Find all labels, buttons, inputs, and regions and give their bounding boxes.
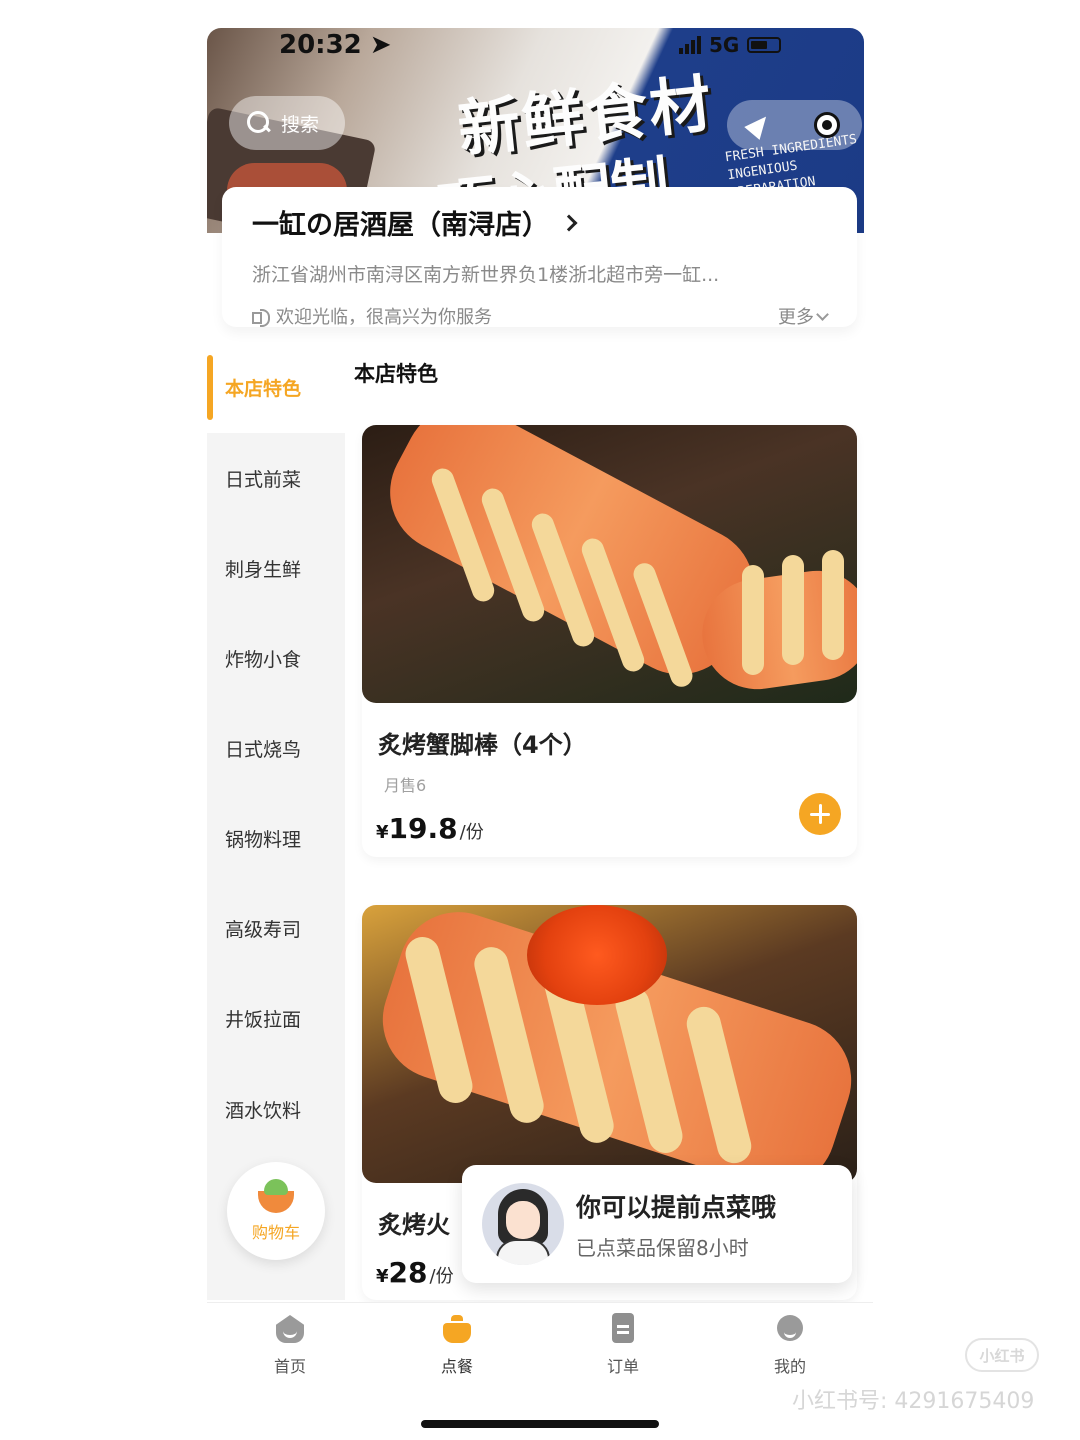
price-unit: /份 [459, 822, 484, 843]
dish-name: 炙烤蟹脚棒（4个） [378, 731, 587, 759]
sidebar-item-sushi[interactable]: 高级寿司 [207, 898, 345, 958]
store-address: 浙江省湖州市南浔区南方新世界负1楼浙北超市旁一缸... [252, 264, 720, 286]
sidebar-item-label: 日式前菜 [225, 468, 302, 491]
home-icon [274, 1313, 306, 1345]
speaker-icon [252, 308, 270, 327]
sidebar-item-sashimi[interactable]: 刺身生鲜 [207, 538, 345, 598]
location-pill[interactable] [727, 100, 862, 150]
more-label: 更多 [778, 307, 814, 328]
search-placeholder: 搜索 [281, 113, 320, 136]
store-name: 一缸の居酒屋（南浔店） [252, 210, 549, 241]
tab-label: 首页 [273, 1357, 306, 1376]
home-indicator[interactable] [421, 1420, 659, 1428]
store-notice: 欢迎光临，很高兴为你服务 [252, 303, 492, 329]
search-icon [247, 111, 271, 135]
sidebar-item-hotpot[interactable]: 锅物料理 [207, 808, 345, 868]
sidebar-item-yakitori[interactable]: 日式烧鸟 [207, 718, 345, 778]
sidebar-item-featured[interactable]: 本店特色 [207, 355, 345, 420]
sidebar-item-fried[interactable]: 炸物小食 [207, 628, 345, 688]
category-sidebar: 本店特色 日式前菜 刺身生鲜 炸物小食 日式烧鸟 锅物料理 高级寿司 井饭拉面 … [207, 355, 345, 1300]
sidebar-item-label: 刺身生鲜 [225, 558, 302, 581]
store-info-card: 一缸の居酒屋（南浔店） 浙江省湖州市南浔区南方新世界负1楼浙北超市旁一缸... … [222, 187, 857, 329]
tab-label: 我的 [773, 1357, 806, 1376]
sidebar-item-label: 本店特色 [225, 378, 302, 400]
tab-orders[interactable]: 订单 [583, 1313, 663, 1377]
price-value: 19.8 [388, 812, 458, 845]
tip-text: 你可以提前点菜哦 已点菜品保留8小时 [576, 1188, 776, 1261]
price-value: 28 [388, 1256, 428, 1289]
search-button[interactable]: 搜索 [229, 96, 345, 150]
sidebar-item-label: 酒水饮料 [225, 1099, 302, 1122]
target-icon[interactable] [813, 112, 840, 138]
more-button[interactable]: 更多 [778, 303, 829, 329]
currency-symbol: ¥ [376, 1266, 389, 1287]
signal-icon [679, 36, 701, 54]
phone-screen: 新鲜食材 巧心配制 FRESH INGREDIENTS INGENIOUS PR… [207, 0, 873, 1440]
cart-label: 购物车 [251, 1223, 300, 1242]
tip-title: 你可以提前点菜哦 [576, 1192, 777, 1222]
order-icon [607, 1313, 639, 1345]
tab-home[interactable]: 首页 [250, 1313, 330, 1377]
watermark-text: 小红书号: 4291675409 [792, 1389, 1035, 1414]
tab-order-food[interactable]: 点餐 [417, 1313, 497, 1377]
sidebar-item-label: 井饭拉面 [225, 1008, 302, 1031]
sidebar-item-label: 日式烧鸟 [225, 738, 302, 761]
store-notice-row: 欢迎光临，很高兴为你服务 更多 [252, 303, 829, 329]
notice-text: 欢迎光临，很高兴为你服务 [276, 307, 492, 328]
waiter-avatar [482, 1183, 564, 1265]
tab-mine[interactable]: 我的 [750, 1313, 830, 1377]
currency-symbol: ¥ [376, 822, 389, 843]
cart-dish-icon [256, 1179, 296, 1215]
bottom-tab-bar: 首页 点餐 订单 我的 [207, 1302, 873, 1392]
chevron-right-icon [560, 214, 578, 231]
dish-card[interactable]: 炙烤蟹脚棒（4个） 月售6 ¥ 19.8 /份 [362, 425, 857, 857]
status-time: 20:32 ➤ [279, 30, 392, 60]
network-label: 5G [709, 33, 740, 57]
tip-subtitle: 已点菜品保留8小时 [576, 1235, 749, 1260]
add-to-cart-button[interactable] [799, 793, 841, 835]
sidebar-item-label: 锅物料理 [225, 828, 302, 851]
dish-image [362, 425, 857, 703]
watermark-badge: 小红书 [965, 1338, 1039, 1372]
dish-price: ¥ 19.8 /份 [376, 812, 857, 845]
price-unit: /份 [429, 1266, 454, 1287]
tab-label: 点餐 [440, 1357, 473, 1376]
sidebar-item-appetizers[interactable]: 日式前菜 [207, 448, 345, 508]
chevron-down-icon [816, 307, 829, 321]
status-right: 5G [679, 33, 782, 57]
pot-icon [441, 1313, 473, 1345]
sidebar-item-rice-noodles[interactable]: 井饭拉面 [207, 988, 345, 1048]
plus-icon [810, 804, 830, 824]
battery-icon [747, 37, 782, 53]
dish-monthly-sales: 月售6 [384, 776, 427, 795]
section-title: 本店特色 [354, 362, 438, 386]
sidebar-item-label: 高级寿司 [225, 918, 302, 941]
tab-label: 订单 [606, 1357, 639, 1376]
preorder-tip: 你可以提前点菜哦 已点菜品保留8小时 [462, 1165, 852, 1283]
status-time-text: 20:32 [279, 30, 362, 60]
mine-icon [774, 1313, 806, 1345]
location-arrow-icon: ➤ [369, 30, 392, 60]
sidebar-item-drinks[interactable]: 酒水饮料 [207, 1079, 345, 1139]
cart-button[interactable]: 购物车 [227, 1162, 325, 1260]
sidebar-item-label: 炸物小食 [225, 648, 302, 671]
navigation-arrow-icon[interactable] [744, 110, 774, 140]
dish-image [362, 905, 857, 1183]
store-name-link[interactable]: 一缸の居酒屋（南浔店） [252, 203, 827, 242]
